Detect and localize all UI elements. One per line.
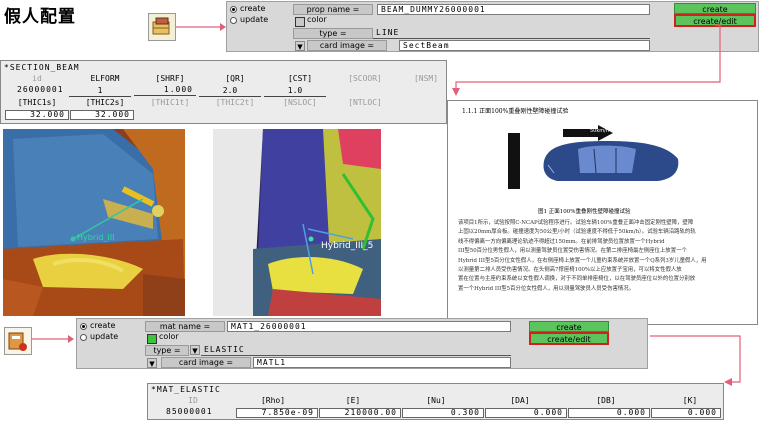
material-panel: create update mat name = MAT1_26000001 c… (76, 318, 648, 369)
mat-db-value[interactable]: 0.000 (568, 408, 650, 418)
card-image-value[interactable]: MATL1 (253, 357, 511, 368)
connector-arrow (176, 23, 226, 31)
update-radio-label: update (240, 15, 269, 24)
test-protocol-document: 1.1.1 正面100%重叠刚性壁障碰撞试验 50km/h 图1 正面100%重… (447, 100, 758, 325)
mat-name-input[interactable]: MAT1_26000001 (227, 321, 511, 332)
section-card-title: *SECTION_BEAM (4, 63, 80, 72)
color-swatch[interactable] (295, 17, 305, 27)
connector-arrow (32, 335, 74, 343)
create-radio[interactable] (80, 323, 87, 330)
section-elform-header: ELFORM (90, 74, 120, 83)
section-elform-value[interactable]: 1 (69, 86, 131, 97)
type-label: type = (145, 345, 189, 356)
section-id-header: id (32, 74, 42, 83)
mat-elastic-card: *MAT_ELASTIC ID [Rho] [E] [Nu] [DA] [DB]… (147, 383, 724, 420)
mat-nu-header: [Nu] (426, 396, 446, 405)
paragraph-line: 该项目1所示，试验按照C-NCAP试验程序进行。试验车辆100%重叠正面冲击固定… (458, 220, 694, 226)
color-label: color (159, 332, 179, 341)
mat-k-header: [K] (682, 396, 698, 405)
create-button[interactable]: create (674, 3, 756, 14)
mat-db-header: [DB] (596, 396, 616, 405)
section-qr-value[interactable]: 2.0 (199, 86, 261, 97)
mat-nu-value[interactable]: 0.300 (402, 408, 484, 418)
paragraph-line: 置在位置与主座约束系统以女性假人调换，对于不同单排座椅位，以在驾驶员座位以外的位… (458, 276, 696, 283)
create-radio-label: create (240, 4, 266, 13)
chevron-down-icon[interactable]: ▼ (147, 358, 157, 368)
crash-illustration: 50km/h (508, 121, 688, 199)
section-thic1s-header: [THIC1s] (17, 98, 57, 107)
section-ntloc-header: [NTLOC] (348, 98, 382, 107)
section-cst-value[interactable]: 1.0 (264, 86, 326, 97)
figure-caption: 图1 正面100%重叠刚性壁障碰撞试验 (538, 209, 631, 215)
section-thic1t-header: [THIC1t] (150, 98, 190, 107)
paragraph-line: 以测量第二排人员受伤害情况。在头侧高7撑座椅100%以上应放置子宝用，可以将女性… (458, 267, 682, 274)
section-thic2t-header: [THIC2t] (215, 98, 255, 107)
color-swatch[interactable] (147, 334, 157, 344)
create-radio-label: create (90, 321, 116, 330)
section-shrf-header: [SHRF] (155, 74, 185, 83)
speed-label: 50km/h (590, 128, 609, 134)
prop-name-input[interactable]: BEAM_DUMMY26000001 (377, 4, 650, 15)
dummy-label-right: Hybrid_III_5 (321, 241, 374, 251)
mat-da-value[interactable]: 0.000 (485, 408, 567, 418)
material-icon[interactable] (4, 327, 32, 355)
update-radio[interactable] (230, 17, 237, 24)
section-thic2s-header: [THIC2s] (85, 98, 125, 107)
mat-card-title: *MAT_ELASTIC (151, 385, 221, 394)
section-id-value[interactable]: 26000001 (7, 86, 69, 96)
section-cst-header: [CST] (287, 74, 313, 83)
paragraph-line: III型50百分位男性假人，用以测量驾驶员位置受伤害情况。在第二排座椅最左侧座位… (458, 248, 687, 255)
property-icon[interactable] (148, 13, 176, 41)
section-nsm-header: [NSM] (413, 74, 439, 83)
mat-e-header: [E] (345, 396, 361, 405)
update-radio-label: update (90, 332, 119, 341)
dummy-render-left: Hybrid_III (3, 129, 185, 316)
mat-da-header: [DA] (510, 396, 530, 405)
connector-arrow (452, 24, 721, 96)
document-paragraph: 该项目1所示，试验按照C-NCAP试验程序进行。试验车辆100%重叠正面冲击固定… (458, 219, 753, 319)
section-qr-header: [QR] (225, 74, 245, 83)
card-image-label: card image = (161, 357, 251, 368)
chevron-down-icon[interactable]: ▼ (190, 345, 200, 355)
color-label: color (307, 15, 327, 24)
section-shrf-value[interactable]: 1.000 (134, 86, 196, 96)
section-thic2s-value[interactable]: 32.000 (70, 110, 134, 120)
mat-rho-value[interactable]: 7.850e-09 (236, 408, 318, 418)
mat-id-value[interactable]: 85000001 (152, 408, 234, 418)
connector-arrow (650, 335, 741, 386)
mat-rho-header: [Rho] (260, 396, 286, 405)
paragraph-line: 线不得偏离一方向偏离理论轨迹不得超过150mm。在前排驾驶员位置放置一个Hybr… (458, 238, 665, 245)
mat-e-value[interactable]: 210000.00 (319, 408, 401, 418)
section-scoor-header: [SCOOR] (348, 74, 382, 83)
card-image-label: card image = (307, 40, 387, 51)
create-edit-button[interactable]: create/edit (529, 332, 609, 345)
mat-id-header: ID (188, 396, 198, 405)
dummy-label-left: Hybrid_III (77, 233, 115, 242)
chevron-down-icon[interactable]: ▼ (295, 41, 305, 51)
create-radio[interactable] (230, 6, 237, 13)
section-nsloc-header: [NSLOC] (283, 98, 317, 107)
prop-name-label: prop name = (293, 4, 373, 15)
document-heading: 1.1.1 正面100%重叠刚性壁障碰撞试验 (462, 108, 569, 115)
paragraph-line: Hybrid III型5百分位女性假人，在右侧座椅上放置一个儿童约束系统并放置一… (458, 257, 707, 264)
section-thic1s-value[interactable]: 32.000 (5, 110, 69, 120)
type-value[interactable]: ELASTIC (201, 345, 511, 356)
paragraph-line: 置一个Hybrid III型5百分位女性假人，用以测量驾驶员人员受伤害情况。 (458, 285, 635, 292)
create-button[interactable]: create (529, 321, 609, 332)
section-beam-card: *SECTION_BEAM id ELFORM [SHRF] [QR] [CST… (0, 60, 447, 124)
paragraph-line: 上固以20mm厚合板。碰撞速度为50公里/小时（试验速度不得低于50km/h）。… (458, 229, 696, 236)
type-label: type = (293, 28, 373, 39)
page-title: 假人配置 (4, 7, 76, 27)
mat-k-value[interactable]: 0.000 (651, 408, 721, 418)
dummy-render-right: Hybrid_III_5 (213, 129, 381, 316)
mat-name-label: mat name = (145, 321, 225, 332)
update-radio[interactable] (80, 334, 87, 341)
